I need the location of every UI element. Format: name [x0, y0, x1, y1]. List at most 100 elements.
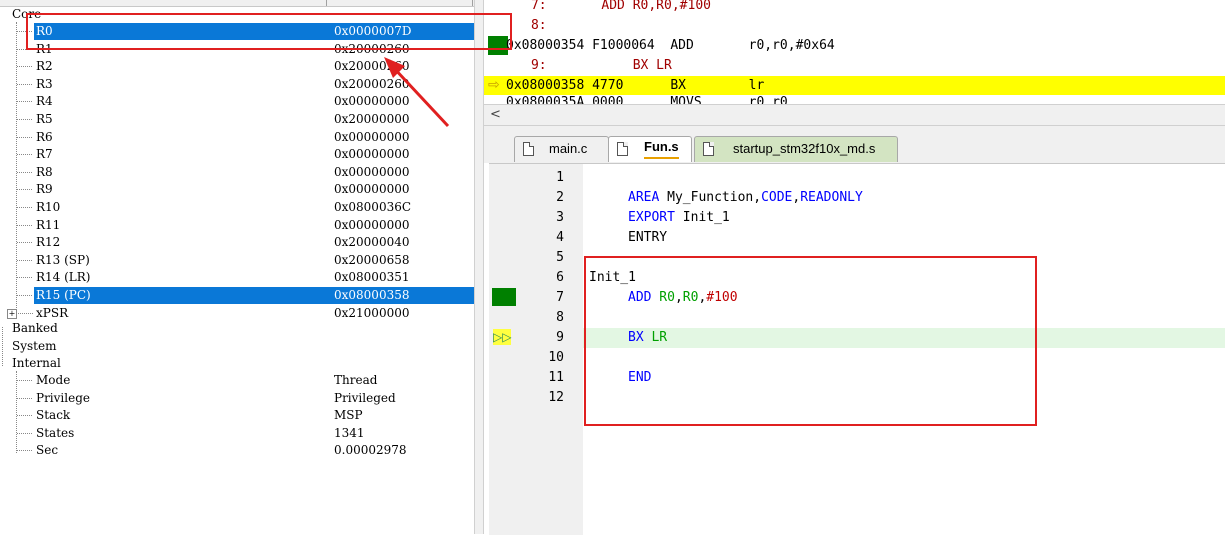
internal-row[interactable]: Privilege Privileged	[0, 390, 474, 407]
tab-label: Fun.s	[644, 137, 679, 159]
register-name: R13 (SP)	[36, 252, 90, 267]
internal-value: 1341	[334, 425, 365, 440]
register-name: R4	[36, 94, 53, 109]
register-name: R6	[36, 129, 53, 144]
internal-value: 0.00002978	[334, 443, 407, 458]
expand-icon[interactable]: +	[7, 308, 17, 319]
register-value[interactable]: 0x20000000	[334, 111, 409, 128]
line-number: 10	[548, 350, 564, 365]
annotation-box-r0	[26, 13, 512, 50]
registers-panel: Core R0 0x0000007D R1 0x20000260 R2 0x2000026…	[0, 0, 474, 534]
current-line-arrow-icon: ▷▷	[493, 329, 512, 345]
breakpoint-marker-icon[interactable]	[492, 288, 516, 306]
register-value[interactable]: 0x08000351	[334, 269, 409, 286]
internal-value: Privileged	[334, 390, 396, 405]
register-row[interactable]: R6 0x00000000	[0, 129, 474, 146]
internal-name: Sec	[36, 443, 59, 458]
register-name: R14 (LR)	[36, 270, 91, 285]
tab-label: main.c	[549, 141, 588, 156]
register-name: R15 (PC)	[36, 288, 91, 302]
internal-name: Stack	[36, 408, 71, 423]
disasm-line: 0x0800035A 0000 MOVS r0,r0	[506, 95, 788, 104]
tab-label: startup_stm32f10x_md.s	[733, 141, 876, 156]
register-value[interactable]: 0x00000000	[334, 164, 409, 181]
disasm-line: 7: ADD R0,R0,#100	[484, 0, 711, 13]
register-value[interactable]: 0x08000358	[334, 287, 409, 304]
register-name: R12	[36, 235, 61, 250]
group-internal[interactable]: Internal	[12, 355, 61, 372]
internal-name: Mode	[36, 373, 71, 387]
disasm-line: 8:	[484, 18, 547, 33]
internal-name: Privilege	[36, 390, 90, 405]
register-name: R8	[36, 164, 53, 179]
line-number: 12	[548, 390, 564, 405]
register-value[interactable]: 0x00000000	[334, 217, 409, 234]
register-name: R11	[36, 217, 61, 232]
register-name: R10	[36, 200, 61, 214]
register-value[interactable]: 0x21000000	[334, 305, 409, 322]
current-instruction-arrow-icon: ⇨	[488, 77, 500, 93]
register-name: R9	[36, 182, 53, 197]
disasm-horizontal-scrollbar[interactable]: <	[484, 104, 1225, 126]
register-row[interactable]: R8 0x00000000	[0, 164, 474, 181]
register-row[interactable]: R7 0x00000000	[0, 146, 474, 163]
code-line-2: AREA My_Function,CODE,READONLY	[628, 190, 863, 205]
register-value[interactable]: 0x00000000	[334, 129, 409, 146]
register-row[interactable]: R13 (SP) 0x20000658	[0, 252, 474, 269]
register-row[interactable]: + xPSR 0x21000000	[0, 305, 474, 322]
group-banked[interactable]: Banked	[12, 320, 58, 337]
register-row[interactable]: R3 0x20000260	[0, 76, 474, 93]
internal-row[interactable]: Mode Thread	[0, 372, 474, 389]
line-number: 6	[556, 270, 564, 285]
register-value[interactable]: 0x00000000	[334, 93, 409, 110]
registers-header[interactable]	[0, 0, 474, 7]
group-system[interactable]: System	[12, 338, 56, 355]
code-line-4: ENTRY	[628, 230, 668, 245]
register-name: R5	[36, 112, 53, 126]
internal-value: Thread	[334, 373, 378, 387]
register-value[interactable]: 0x0800036C	[334, 199, 411, 216]
editor-tabbar: main.c Fun.s startup_stm32f10x_md.s	[484, 126, 1225, 163]
internal-row[interactable]: States 1341	[0, 425, 474, 442]
register-row[interactable]: R4 0x00000000	[0, 93, 474, 110]
line-number: 11	[548, 370, 564, 385]
register-row[interactable]: R10 0x0800036C	[0, 199, 474, 216]
file-icon	[617, 142, 628, 156]
register-value[interactable]: 0x20000260	[334, 58, 409, 75]
internal-name: States	[36, 425, 75, 440]
scroll-left-icon[interactable]: <	[490, 107, 501, 122]
line-number: 1	[556, 170, 564, 185]
line-number: 8	[556, 310, 564, 325]
internal-row[interactable]: Sec 0.00002978	[0, 442, 474, 459]
register-row[interactable]: R14 (LR) 0x08000351	[0, 269, 474, 286]
register-row[interactable]: R2 0x20000260	[0, 58, 474, 75]
panel-splitter[interactable]	[474, 0, 484, 534]
register-row[interactable]: R9 0x00000000	[0, 181, 474, 198]
register-value[interactable]: 0x20000040	[334, 234, 409, 251]
internal-row[interactable]: Stack MSP	[0, 407, 474, 424]
register-row[interactable]: R11 0x00000000	[0, 217, 474, 234]
disasm-line: 0x08000354 F1000064 ADD r0,r0,#0x64	[506, 38, 835, 53]
register-value[interactable]: 0x00000000	[334, 146, 409, 163]
file-icon	[523, 142, 534, 156]
register-row[interactable]: R5 0x20000000	[0, 111, 474, 128]
line-number: 2	[556, 190, 564, 205]
code-line-3: EXPORT Init_1	[628, 210, 730, 225]
register-value[interactable]: 0x00000000	[334, 181, 409, 198]
disasm-line: 9: BX LR	[484, 58, 672, 73]
disassembly-window[interactable]: 7: ADD R0,R0,#100 8: 0x08000354 F1000064…	[484, 0, 1225, 104]
tab-startup[interactable]: startup_stm32f10x_md.s	[694, 136, 898, 162]
register-row[interactable]: R12 0x20000040	[0, 234, 474, 251]
tab-main-c[interactable]: main.c	[514, 136, 609, 162]
register-value[interactable]: 0x20000260	[334, 76, 409, 93]
register-value[interactable]: 0x20000658	[334, 252, 409, 269]
register-name: R2	[36, 59, 53, 74]
register-row[interactable]: R15 (PC) 0x08000358	[0, 287, 474, 304]
line-number: 5	[556, 250, 564, 265]
register-name: R7	[36, 147, 53, 162]
tab-fun-s[interactable]: Fun.s	[608, 136, 692, 162]
internal-value: MSP	[334, 408, 363, 423]
line-number: 3	[556, 210, 564, 225]
line-number: 4	[556, 230, 564, 245]
register-name: R3	[36, 76, 53, 91]
